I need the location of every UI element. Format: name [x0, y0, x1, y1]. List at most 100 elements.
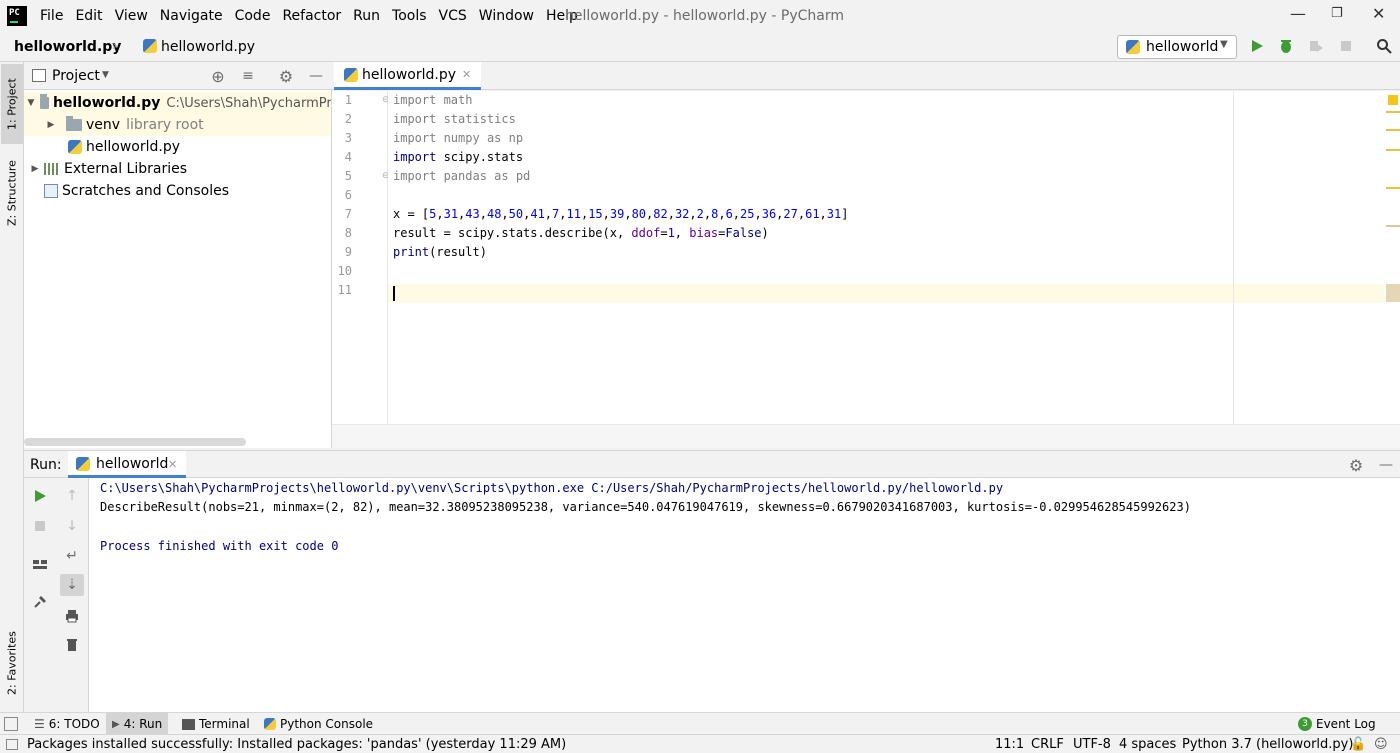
close-window-icon[interactable]: ✕ — [1372, 4, 1385, 23]
print-icon[interactable] — [64, 608, 80, 624]
breadcrumb-project[interactable]: helloworld.py — [14, 39, 121, 55]
tree-row-root[interactable]: ▼ helloworld.py C:\Users\Shah\PycharmPro… — [24, 92, 331, 114]
close-tab-icon[interactable]: ✕ — [168, 458, 177, 471]
run-console[interactable]: C:\Users\Shah\PycharmProjects\helloworld… — [89, 478, 1400, 712]
warning-mark[interactable] — [1386, 129, 1400, 131]
menu-item-view[interactable]: View — [109, 8, 154, 24]
tool-tab-favorites[interactable]: 2: Favorites — [1, 622, 23, 704]
pin-icon[interactable] — [32, 594, 48, 610]
debug-icon[interactable] — [1278, 38, 1294, 54]
line-number[interactable]: 4 — [332, 148, 352, 167]
status-panel-icon[interactable] — [6, 739, 18, 750]
scroll-to-end-icon[interactable]: ⇣ — [60, 574, 84, 596]
collapse-arrow-icon[interactable]: ▶ — [26, 164, 44, 174]
chevron-down-icon[interactable]: ▼ — [102, 70, 109, 80]
menu-item-code[interactable]: Code — [229, 8, 277, 24]
line-number[interactable]: 3 — [332, 129, 352, 148]
code-editor[interactable]: import math import statistics import num… — [388, 91, 1400, 424]
gear-icon[interactable]: ⚙ — [278, 67, 294, 86]
horizontal-scrollbar[interactable] — [24, 438, 246, 446]
status-encoding[interactable]: UTF-8 — [1073, 737, 1111, 752]
tool-tab-todo[interactable]: ☰ 6: TODO — [28, 713, 106, 735]
status-line-separator[interactable]: CRLF — [1031, 737, 1064, 752]
inspector-icon[interactable]: ☺ — [1374, 737, 1388, 752]
warning-mark[interactable] — [1386, 187, 1400, 189]
collapse-all-icon[interactable]: ≡ — [240, 68, 256, 84]
gear-icon[interactable]: ⚙ — [1348, 456, 1364, 475]
number-literal: 31 — [826, 207, 842, 221]
warning-mark[interactable] — [1386, 225, 1400, 227]
expand-arrow-icon[interactable]: ▼ — [26, 98, 36, 108]
editor-tab-bar: helloworld.py ✕ — [332, 62, 1400, 90]
warning-mark[interactable] — [1386, 111, 1400, 113]
status-message[interactable]: Packages installed successfully: Install… — [27, 737, 566, 752]
arrow-up-icon[interactable]: ↑ — [64, 488, 80, 504]
chevron-down-icon: ▼ — [1220, 39, 1228, 50]
warning-mark[interactable] — [1386, 149, 1400, 151]
trash-icon[interactable] — [64, 636, 80, 652]
rerun-icon[interactable] — [32, 488, 48, 504]
menu-item-tools[interactable]: Tools — [386, 8, 433, 24]
tool-tab-python-console[interactable]: Python Console — [258, 713, 379, 735]
tree-row-external[interactable]: ▶ External Libraries — [24, 158, 187, 180]
menu-item-vcs[interactable]: VCS — [433, 8, 473, 24]
tool-tab-project-label: 1: Project — [5, 78, 19, 130]
menu-item-navigate[interactable]: Navigate — [154, 8, 229, 24]
collapse-arrow-icon[interactable]: ▶ — [42, 120, 60, 130]
layout-icon[interactable] — [32, 556, 48, 572]
breadcrumb-file[interactable]: helloworld.py — [143, 39, 255, 55]
stop-icon[interactable] — [32, 518, 48, 534]
code-line-2: import statistics — [393, 112, 516, 126]
restore-icon[interactable]: ❐ — [1331, 6, 1343, 21]
tool-tab-event-log[interactable]: 3 Event Log — [1292, 713, 1382, 735]
menu-item-edit[interactable]: Edit — [69, 8, 108, 24]
run-configuration-select[interactable]: helloworld ▼ — [1117, 35, 1237, 59]
run-toolbar — [24, 478, 56, 712]
line-number[interactable]: 5 — [332, 167, 352, 186]
number-literal: 15 — [588, 207, 603, 221]
stop-icon[interactable] — [1338, 38, 1354, 54]
menu-item-run[interactable]: Run — [347, 8, 386, 24]
line-number[interactable]: 9 — [332, 243, 352, 262]
python-config-icon — [1126, 40, 1140, 54]
arrow-down-icon[interactable]: ↓ — [64, 518, 80, 534]
hide-panel-icon[interactable]: — — [308, 68, 324, 84]
line-number[interactable]: 7 — [332, 205, 352, 224]
search-icon[interactable] — [1376, 38, 1392, 54]
error-stripe[interactable] — [1384, 91, 1400, 424]
tool-tab-structure[interactable]: Z: Structure — [1, 152, 23, 234]
warning-indicator-icon[interactable] — [1388, 95, 1398, 105]
tree-row-scratches[interactable]: Scratches and Consoles — [44, 180, 229, 202]
line-number[interactable]: 2 — [332, 110, 352, 129]
tool-windows-icon[interactable] — [4, 717, 18, 731]
tree-row-file[interactable]: helloworld.py — [68, 136, 180, 158]
tool-tab-project[interactable]: 1: Project — [1, 64, 23, 144]
line-number[interactable]: 6 — [332, 186, 352, 205]
project-panel-title[interactable]: Project — [52, 68, 100, 84]
line-number[interactable]: 10 — [332, 262, 352, 281]
coverage-icon[interactable] — [1308, 38, 1324, 54]
run-tab[interactable]: helloworld ✕ — [68, 451, 186, 478]
line-number[interactable]: 11 — [332, 281, 352, 300]
menu-item-window[interactable]: Window — [473, 8, 540, 24]
run-icon[interactable] — [1249, 38, 1265, 54]
minimize-icon[interactable]: — — [1290, 4, 1306, 23]
locate-file-icon[interactable]: ⊕ — [210, 67, 226, 86]
menu-item-refactor[interactable]: Refactor — [276, 8, 347, 24]
menu-item-file[interactable]: File — [34, 8, 69, 24]
status-indent[interactable]: 4 spaces — [1119, 737, 1176, 752]
scratches-icon — [44, 184, 58, 198]
tree-row-venv[interactable]: ▶ venv library root — [24, 114, 331, 136]
tool-tab-terminal[interactable]: Terminal — [176, 713, 256, 735]
status-caret-position[interactable]: 11:1 — [995, 737, 1024, 752]
tool-tab-run[interactable]: ▶ 4: Run — [106, 713, 169, 735]
hide-panel-icon[interactable]: — — [1378, 457, 1394, 473]
close-tab-icon[interactable]: ✕ — [462, 68, 471, 81]
status-interpreter[interactable]: Python 3.7 (helloworld.py) — [1182, 737, 1353, 752]
editor-tab-helloworld[interactable]: helloworld.py ✕ — [334, 62, 482, 90]
project-panel-header: Project ▼ ⊕ ≡ ⚙ — — [24, 62, 332, 90]
soft-wrap-icon[interactable]: ↵ — [64, 548, 80, 564]
line-number[interactable]: 8 — [332, 224, 352, 243]
lock-icon[interactable]: 🔓 — [1350, 737, 1366, 752]
line-number[interactable]: 1 — [332, 91, 352, 110]
